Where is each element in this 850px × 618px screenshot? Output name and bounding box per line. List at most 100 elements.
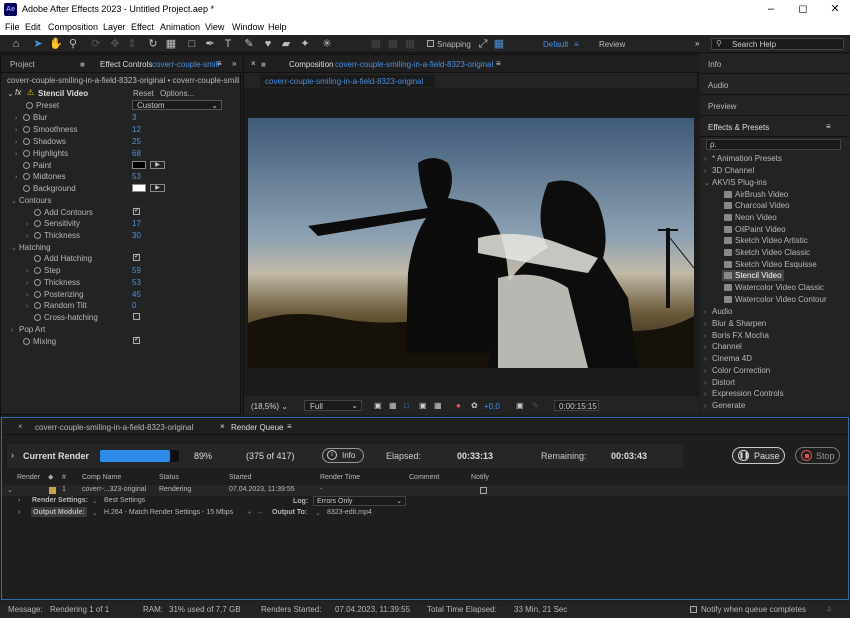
chevron-right-icon[interactable]: › [18,497,20,504]
menu-file[interactable]: File [5,22,20,32]
lock-icon[interactable]: ■ [80,60,85,69]
world-axis-icon[interactable]: ▦ [403,37,417,51]
selection-tool-icon[interactable]: ➤ [31,37,45,51]
stopwatch-icon[interactable] [26,102,33,110]
category-distort[interactable]: › Distort [704,378,735,387]
workspace-review[interactable]: Review [599,40,625,49]
snap-grid-icon[interactable]: ▦ [492,37,506,51]
notify-when-complete-checkbox[interactable] [690,606,697,613]
menu-window[interactable]: Window [232,22,264,32]
workspace-default[interactable]: Default [543,40,568,49]
category-expression-controls[interactable]: › Expression Controls [704,389,784,398]
resolution-dropdown[interactable]: Full ⌄ [304,400,362,411]
show-snapshot-icon[interactable]: ✎ [532,401,539,410]
brush-tool-icon[interactable]: ✎ [242,37,256,51]
output-module-dropdown-icon[interactable]: ⌄ [92,509,98,517]
notification-icon[interactable]: ♫ [826,604,832,613]
param-contour-thickness[interactable]: › Thickness [26,231,80,240]
mask-visibility-icon[interactable]: □ [404,401,409,410]
param-background[interactable]: Background [15,184,76,193]
align-icon[interactable]: ▦ [369,37,383,51]
param-smoothness[interactable]: › Smoothness [15,125,77,134]
category-3d-channel[interactable]: › 3D Channel [704,166,754,175]
rotate-tool-icon[interactable]: ↻ [146,37,160,51]
effect-airbrush-video[interactable]: AirBrush Video [724,190,788,199]
param-cross-hatching[interactable]: Cross-hatching [26,313,98,322]
stop-button[interactable]: Stop [795,447,840,464]
chevron-right-icon[interactable]: › [18,509,20,516]
transparency-grid-icon[interactable]: ▦ [389,401,397,410]
remove-output-module-icon[interactable]: – [258,508,262,517]
effect-charcoal-video[interactable]: Charcoal Video [724,201,790,210]
menu-animation[interactable]: Animation [160,22,200,32]
orbit-camera-icon[interactable]: ⟳ [89,37,103,51]
zoom-tool-icon[interactable]: ⚲ [66,37,80,51]
effect-neon-video[interactable]: Neon Video [724,213,777,222]
preview-panel[interactable]: Preview [700,96,850,116]
effect-watercolor-video-classic[interactable]: Watercolor Video Classic [724,283,824,292]
category-audio[interactable]: › Audio [704,307,732,316]
param-blur[interactable]: › Blur [15,113,47,122]
menu-composition[interactable]: Composition [48,22,98,32]
menu-view[interactable]: View [205,22,224,32]
info-button[interactable]: i Info [322,448,364,463]
param-posterizing[interactable]: › Posterizing [26,290,84,299]
snapshot-icon[interactable]: ▣ [516,401,524,410]
effects-presets-header[interactable]: Effects & Presets ≡ [700,117,850,137]
add-contours-checkbox[interactable] [133,206,140,215]
snap-icon[interactable]: ⤢ [476,37,490,51]
hand-tool-icon[interactable]: ✋ [49,37,63,51]
menu-effect[interactable]: Effect [131,22,154,32]
param-shadows-value[interactable]: 25 [132,137,141,146]
pan-camera-icon[interactable]: ✥ [108,37,122,51]
workspace-menu-icon[interactable]: ≡ [574,40,579,49]
param-midtones[interactable]: › Midtones [15,172,65,181]
param-shadows[interactable]: › Shadows [15,137,66,146]
param-add-contours[interactable]: Add Contours [26,208,93,217]
color-channels-icon[interactable]: ● [456,401,461,410]
render-settings-value[interactable]: Best Settings [104,497,145,504]
comp-subtab[interactable]: coverr-couple-smiling-in-a-field-8323-or… [260,75,435,87]
search-help-input[interactable]: ⚲ Search Help [711,38,844,50]
tab-composition-name[interactable]: coverr-couple-smiling-in-a-field-8323-or… [335,60,493,69]
tab-effect-controls-layer[interactable]: coverr-couple-smili [152,60,219,69]
region-of-interest-icon[interactable]: ▣ [374,401,382,410]
category-color-correction[interactable]: › Color Correction [704,366,770,375]
preset-dropdown[interactable]: Custom ⌄ [132,100,222,110]
tab-render-queue[interactable]: Render Queue [231,423,283,432]
category-animation-presets[interactable]: › * Animation Presets [704,154,782,163]
reset-link[interactable]: Reset [133,89,154,98]
expand-panels-icon[interactable]: » [232,59,236,68]
timecode-field[interactable]: 0:00:15:15 [554,400,599,411]
3d-view-icon[interactable]: ▦ [434,401,442,410]
param-smoothness-value[interactable]: 12 [132,125,141,134]
output-to-dropdown-icon[interactable]: ⌄ [315,509,321,517]
rectangle-tool-icon[interactable]: □ [185,37,199,51]
param-step[interactable]: › Step [26,266,60,275]
category-akvis-plug-ins[interactable]: ⌄ AKVIS Plug-ins [704,178,767,187]
add-hatching-checkbox[interactable] [133,252,140,261]
param-add-hatching[interactable]: Add Hatching [26,254,92,263]
notify-checkbox[interactable] [480,487,487,494]
param-random-tilt[interactable]: › Random Tilt [26,301,87,310]
home-icon[interactable]: ⌂ [9,37,23,51]
label-tag-icon[interactable]: ◆ [48,473,53,481]
effects-search-input[interactable]: ρ. [706,139,841,150]
panel-menu-icon[interactable]: ≡ [496,59,501,68]
mixing-checkbox[interactable] [133,335,140,344]
pause-button[interactable]: ❚❚ Pause [732,447,785,464]
eyedropper-icon[interactable]: ▶ [150,184,165,192]
output-module-value[interactable]: H.264 - Match Render Settings - 15 Mbps [104,509,233,516]
group-hatching[interactable]: ⌄ Hatching [11,243,51,252]
category-generate[interactable]: › Generate [704,401,745,410]
roto-brush-icon[interactable]: ✦ [298,37,312,51]
render-settings-dropdown-icon[interactable]: ⌄ [92,497,98,505]
options-link[interactable]: Options... [160,89,194,98]
effect-sketch-video-esquisse[interactable]: Sketch Video Esquisse [724,260,817,269]
tab-composition[interactable]: Composition [289,60,333,69]
column-render-time[interactable]: Render Time [320,474,360,481]
lock-icon[interactable]: ■ [261,60,266,69]
expand-chevron-icon[interactable]: › [11,450,14,460]
video-frame[interactable] [248,118,694,368]
log-dropdown[interactable]: Errors Only ⌄ [313,496,406,506]
